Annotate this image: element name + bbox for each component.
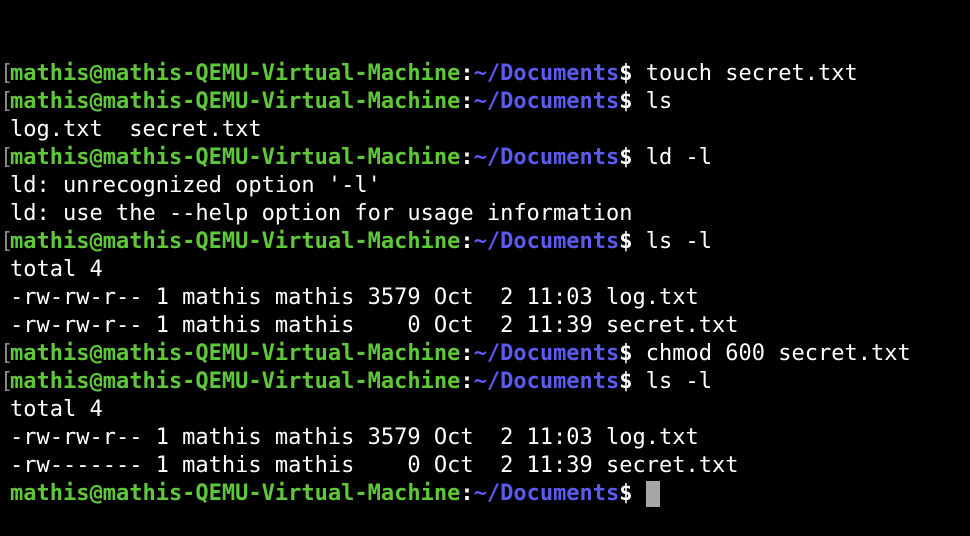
terminal-window[interactable]: [mathis@mathis-QEMU-Virtual-Machine:~/Do… [0, 0, 970, 507]
text-cursor[interactable] [645, 481, 660, 507]
prompt-path: ~/Documents [473, 341, 620, 366]
prompt-dollar: $ [619, 341, 646, 366]
prompt-colon: : [460, 481, 474, 506]
output-text: log.txt secret.txt [10, 117, 262, 142]
prompt-dollar: $ [619, 61, 646, 86]
prompt-dollar: $ [619, 481, 646, 506]
prompt-path: ~/Documents [473, 145, 620, 170]
output-text: ld: use the --help option for usage info… [10, 201, 633, 226]
prompt-colon: : [460, 369, 474, 394]
output-line: ld: use the --help option for usage info… [0, 200, 970, 228]
prompt-colon: : [460, 229, 474, 254]
prompt-line: [mathis@mathis-QEMU-Virtual-Machine:~/Do… [0, 368, 970, 396]
prompt-colon: : [460, 89, 474, 114]
output-text: total 4 [10, 397, 103, 422]
prompt-colon: : [460, 61, 474, 86]
prompt-line: [mathis@mathis-QEMU-Virtual-Machine:~/Do… [0, 340, 970, 368]
prompt-bracket: [ [0, 228, 10, 256]
prompt-user-host: mathis@mathis-QEMU-Virtual-Machine [10, 341, 461, 366]
prompt-bracket: [ [0, 368, 10, 396]
output-line: total 4 [0, 256, 970, 284]
output-line: -rw-rw-r-- 1 mathis mathis 3579 Oct 2 11… [0, 424, 970, 452]
prompt-line: [mathis@mathis-QEMU-Virtual-Machine:~/Do… [0, 228, 970, 256]
prompt-user-host: mathis@mathis-QEMU-Virtual-Machine [10, 229, 461, 254]
command-text: ls [645, 89, 673, 114]
prompt-dollar: $ [619, 369, 646, 394]
prompt-path: ~/Documents [473, 89, 620, 114]
prompt-path: ~/Documents [473, 481, 620, 506]
prompt-path: ~/Documents [473, 229, 620, 254]
output-line: total 4 [0, 396, 970, 424]
output-line: log.txt secret.txt [0, 116, 970, 144]
prompt-bracket [0, 480, 10, 508]
prompt-user-host: mathis@mathis-QEMU-Virtual-Machine [10, 61, 461, 86]
command-text: ls -l [645, 369, 713, 394]
prompt-line: mathis@mathis-QEMU-Virtual-Machine:~/Doc… [0, 480, 970, 508]
command-text: ld -l [645, 145, 713, 170]
output-text: -rw------- 1 mathis mathis 0 Oct 2 11:39… [10, 453, 739, 478]
output-line: -rw-rw-r-- 1 mathis mathis 0 Oct 2 11:39… [0, 312, 970, 340]
prompt-user-host: mathis@mathis-QEMU-Virtual-Machine [10, 145, 461, 170]
prompt-dollar: $ [619, 145, 646, 170]
command-text: touch secret.txt [645, 61, 858, 86]
output-text: ld: unrecognized option '-l' [10, 173, 381, 198]
prompt-colon: : [460, 341, 474, 366]
output-line: -rw------- 1 mathis mathis 0 Oct 2 11:39… [0, 452, 970, 480]
prompt-bracket: [ [0, 60, 10, 88]
output-text: -rw-rw-r-- 1 mathis mathis 0 Oct 2 11:39… [10, 313, 739, 338]
prompt-user-host: mathis@mathis-QEMU-Virtual-Machine [10, 89, 461, 114]
output-text: -rw-rw-r-- 1 mathis mathis 3579 Oct 2 11… [10, 285, 699, 310]
prompt-dollar: $ [619, 89, 646, 114]
command-text: chmod 600 secret.txt [645, 341, 911, 366]
prompt-line: [mathis@mathis-QEMU-Virtual-Machine:~/Do… [0, 88, 970, 116]
prompt-path: ~/Documents [473, 369, 620, 394]
terminal-output: [mathis@mathis-QEMU-Virtual-Machine:~/Do… [0, 60, 970, 508]
output-text: total 4 [10, 257, 103, 282]
prompt-line: [mathis@mathis-QEMU-Virtual-Machine:~/Do… [0, 60, 970, 88]
prompt-bracket: [ [0, 144, 10, 172]
prompt-dollar: $ [619, 229, 646, 254]
prompt-bracket: [ [0, 340, 10, 368]
output-text: -rw-rw-r-- 1 mathis mathis 3579 Oct 2 11… [10, 425, 699, 450]
prompt-user-host: mathis@mathis-QEMU-Virtual-Machine [10, 369, 461, 394]
prompt-bracket: [ [0, 88, 10, 116]
prompt-user-host: mathis@mathis-QEMU-Virtual-Machine [10, 481, 461, 506]
output-line: ld: unrecognized option '-l' [0, 172, 970, 200]
command-text: ls -l [645, 229, 713, 254]
output-line: -rw-rw-r-- 1 mathis mathis 3579 Oct 2 11… [0, 284, 970, 312]
prompt-line: [mathis@mathis-QEMU-Virtual-Machine:~/Do… [0, 144, 970, 172]
prompt-colon: : [460, 145, 474, 170]
prompt-path: ~/Documents [473, 61, 620, 86]
